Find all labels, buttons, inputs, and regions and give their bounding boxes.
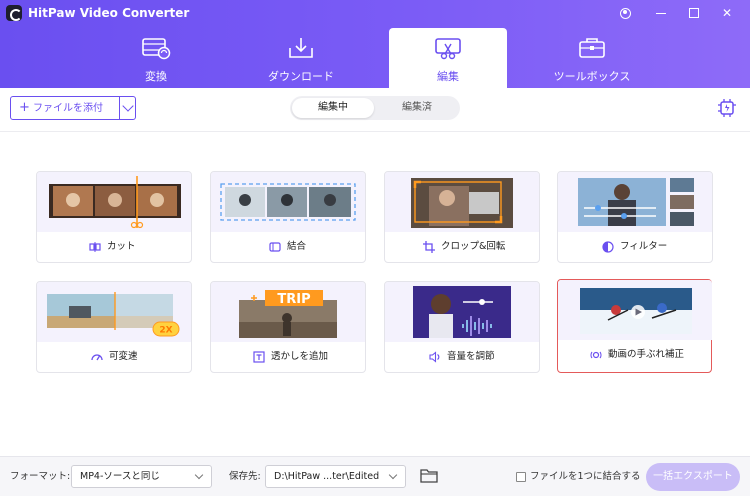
download-icon [289, 38, 313, 58]
card-label: 動画の手ぶれ補正 [608, 349, 685, 360]
save-location-select[interactable]: D:\HitPaw ...ter\Edited [265, 465, 406, 488]
filter-thumbnail [558, 172, 712, 232]
card-label: 結合 [287, 241, 307, 252]
tab-edit[interactable]: 編集 [389, 28, 507, 88]
edit-status-toggle: 編集中 編集済 [290, 96, 460, 120]
crop-thumbnail [385, 172, 539, 232]
save-location-value: D:\HitPaw ...ter\Edited [274, 471, 380, 482]
app-title: HitPaw Video Converter [28, 6, 190, 20]
card-label: フィルター [620, 241, 668, 252]
card-speed[interactable]: 2X 可変速 [36, 281, 192, 373]
card-merge[interactable]: 結合 [210, 171, 366, 263]
merge-icon [269, 242, 281, 252]
film-convert-icon [142, 38, 171, 60]
card-label: 音量を調節 [447, 351, 495, 362]
card-filter[interactable]: フィルター [557, 171, 713, 263]
maximize-button[interactable] [683, 3, 705, 23]
bottom-bar: フォーマット: MP4-ソースと同じ 保存先: D:\HitPaw ...ter… [0, 456, 750, 496]
card-footer: 可変速 [37, 342, 191, 372]
card-stabilize[interactable]: 動画の手ぶれ補正 [557, 279, 712, 373]
tab-label: ダウンロード [268, 70, 334, 83]
card-label: 透かしを追加 [271, 351, 329, 362]
save-location-label: 保存先: [229, 471, 261, 482]
merge-checkbox[interactable] [516, 472, 526, 482]
card-volume[interactable]: 音量を調節 [384, 281, 540, 373]
export-all-button[interactable]: 一括エクスポート [646, 463, 740, 491]
card-footer: 結合 [211, 232, 365, 262]
card-footer: カット [37, 232, 191, 262]
card-footer: クロップ&回転 [385, 232, 539, 262]
chevron-down-icon [388, 470, 398, 480]
cut-thumbnail [37, 172, 191, 232]
stabilize-icon [590, 351, 602, 359]
app-logo-icon [6, 5, 22, 21]
stabilize-thumbnail [558, 280, 712, 340]
card-footer: 音量を調節 [385, 342, 539, 372]
format-label: フォーマット: [10, 471, 71, 482]
card-cut[interactable]: カット [36, 171, 192, 263]
card-label: カット [107, 241, 136, 252]
card-footer: 透かしを追加 [211, 342, 365, 372]
tab-edited[interactable]: 編集済 [376, 98, 458, 118]
tab-download[interactable]: ダウンロード [242, 28, 360, 88]
speedometer-icon [91, 354, 103, 361]
minimize-button[interactable] [650, 3, 672, 23]
format-select[interactable]: MP4-ソースと同じ [71, 465, 212, 488]
crop-icon [423, 241, 435, 253]
card-label: 可変速 [109, 351, 138, 362]
add-file-label: ファイルを添付 [33, 103, 103, 114]
folder-icon[interactable] [420, 468, 438, 483]
account-icon[interactable] [614, 3, 636, 23]
add-file-button[interactable]: + ファイルを添付 [10, 96, 136, 120]
hardware-acceleration-icon[interactable] [716, 97, 738, 119]
volume-icon [429, 351, 440, 363]
card-crop-rotate[interactable]: クロップ&回転 [384, 171, 540, 263]
tab-toolbox[interactable]: ツールボックス [533, 28, 651, 88]
card-label: クロップ&回転 [441, 241, 506, 252]
tab-editing[interactable]: 編集中 [292, 98, 374, 118]
card-watermark[interactable]: TRIP 透かしを追加 [210, 281, 366, 373]
tab-label: 編集 [437, 70, 459, 83]
speed-badge: 2X [159, 326, 172, 336]
title-bar: HitPaw Video Converter ✕ 変換 ダウンロード 編集 ツー… [0, 0, 750, 88]
toolbox-icon [579, 38, 605, 58]
edit-scissors-icon [435, 38, 461, 60]
merge-label: ファイルを1つに結合する [530, 471, 641, 482]
tab-label: 変換 [145, 70, 167, 83]
chevron-down-icon[interactable] [122, 100, 134, 112]
format-value: MP4-ソースと同じ [80, 471, 160, 482]
divider [0, 131, 750, 132]
divider [119, 97, 120, 119]
merge-thumbnail [211, 172, 365, 232]
tab-convert[interactable]: 変換 [97, 28, 215, 88]
card-footer: 動画の手ぶれ補正 [558, 340, 712, 370]
card-footer: フィルター [558, 232, 712, 262]
scissors-icon [89, 242, 101, 252]
plus-icon: + [19, 100, 30, 115]
chevron-down-icon [194, 470, 204, 480]
speed-thumbnail: 2X [37, 282, 191, 342]
watermark-icon [253, 351, 265, 363]
watermark-thumbnail: TRIP [211, 282, 365, 342]
close-button[interactable]: ✕ [716, 3, 738, 23]
filter-icon [602, 241, 614, 253]
tab-label: ツールボックス [553, 70, 631, 83]
volume-thumbnail [385, 282, 539, 342]
watermark-badge: TRIP [277, 292, 310, 307]
